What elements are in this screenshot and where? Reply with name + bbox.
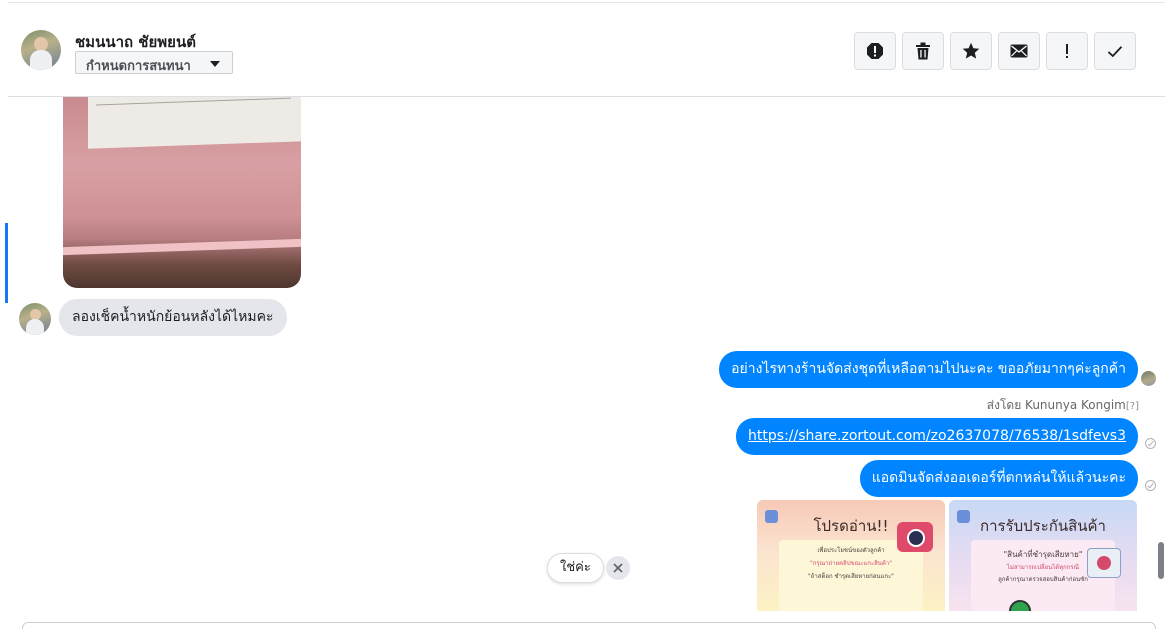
envelope-icon: [1010, 44, 1028, 58]
contact-avatar-small[interactable]: [19, 303, 51, 335]
card-text: "กรุณาถ่ายคลิปขณะแกะสินค้า": [809, 560, 893, 567]
contact-avatar[interactable]: [21, 30, 61, 70]
avatar-face: [34, 37, 48, 51]
follow-up-icon: [1066, 44, 1068, 58]
sent-by-text: ส่งโดย Kununya Kongim: [986, 398, 1126, 412]
caret-down-icon: [210, 61, 220, 67]
avatar-body: [26, 319, 44, 335]
conversation-toolbar: [854, 32, 1136, 70]
avatar-body: [30, 50, 52, 70]
photo-fold: [63, 238, 301, 256]
scrollbar-thumb[interactable]: [1158, 542, 1164, 579]
assign-conversation-label: กำหนดการสนทนา: [86, 59, 191, 74]
paper-line: [96, 97, 291, 106]
incoming-message: ลองเช็คน้ำหนักย้อนหลังได้ไหมคะ: [59, 299, 287, 336]
help-link[interactable]: [?]: [1126, 401, 1139, 412]
trash-icon: [916, 42, 930, 60]
image-card-please-read[interactable]: โปรดอ่าน!! เพื่อประโยชน์ของตัวลูกค้า "กร…: [757, 500, 945, 611]
conversation-header: ชมนนาถ ชัยพยนต์ กำหนดการสนทนา: [8, 2, 1165, 97]
dismiss-suggestion-button[interactable]: [606, 556, 630, 580]
delete-button[interactable]: [902, 32, 944, 70]
star-icon: [962, 42, 980, 59]
seen-avatar: [1141, 371, 1156, 386]
image-card-warranty[interactable]: การรับประกันสินค้า "สินค้าที่ชำรุดเสียหา…: [949, 500, 1137, 611]
sent-by-label: ส่งโดย Kununya Kongim[?]: [987, 396, 1139, 415]
follow-up-button[interactable]: [1046, 32, 1088, 70]
washing-machine-icon: [1087, 548, 1121, 578]
card-title: การรับประกันสินค้า: [980, 517, 1106, 535]
outgoing-message: อย่างไรทางร้านจัดส่งชุดที่เหลือตามไปนะคะ…: [719, 351, 1138, 388]
thread-selection-indicator: [5, 223, 8, 303]
spam-icon: [867, 43, 883, 59]
delivered-icon: [1145, 438, 1156, 449]
card-text: "ถ้าสต็อก ชำรุดเสียหายก่อนแกะ": [808, 573, 894, 580]
star-button[interactable]: [950, 32, 992, 70]
received-photo[interactable]: [63, 97, 301, 288]
checkmark-icon: [1107, 45, 1123, 57]
photo-paper: [88, 97, 301, 149]
mark-unread-button[interactable]: [998, 32, 1040, 70]
message-composer[interactable]: [22, 622, 1156, 629]
tracking-link-message[interactable]: https://share.zortout.com/zo2637078/7653…: [736, 418, 1138, 455]
assign-conversation-dropdown[interactable]: กำหนดการสนทนา: [75, 51, 233, 74]
suggested-reply-chip[interactable]: ใช่ค่ะ: [547, 553, 604, 583]
mark-done-button[interactable]: [1094, 32, 1136, 70]
close-icon: [613, 563, 623, 573]
outgoing-message: แอดมินจัดส่งออเดอร์ที่ตกหล่นให้แล้วนะคะ: [859, 460, 1138, 497]
camera-icon: [897, 522, 933, 552]
delivered-icon: [1145, 480, 1156, 491]
mark-spam-button[interactable]: [854, 32, 896, 70]
